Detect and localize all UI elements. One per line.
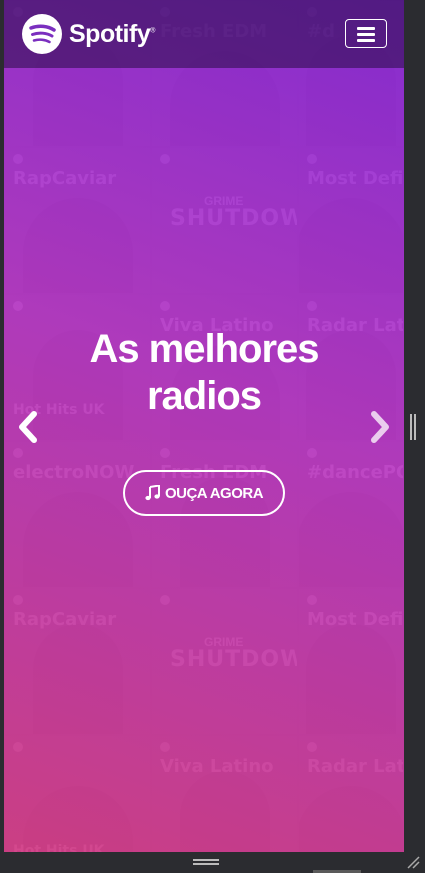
brand-link[interactable]: Spotify® <box>21 13 155 55</box>
spotify-logo-icon <box>22 14 62 54</box>
vertical-resize-handle[interactable] <box>410 414 416 440</box>
hero-title-line-1: As melhores <box>89 327 319 371</box>
horizontal-resize-handle[interactable] <box>193 859 219 865</box>
menu-toggle-button[interactable] <box>345 19 387 48</box>
hamburger-menu-icon <box>357 39 375 42</box>
gradient-overlay <box>4 0 404 852</box>
chevron-right-icon[interactable] <box>366 410 394 444</box>
navbar: Spotify® <box>4 0 404 68</box>
hero-title: As melhores radios <box>4 326 404 420</box>
listen-now-button[interactable]: OUÇA AGORA <box>123 470 285 516</box>
music-note-icon <box>145 485 160 501</box>
chevron-left-icon[interactable] <box>14 410 42 444</box>
hamburger-menu-icon <box>357 27 375 30</box>
page-viewport: Fresh EDM#dRapCaviarGRIMESHUTDOWNMost De… <box>4 0 404 852</box>
listen-now-label: OUÇA AGORA <box>164 484 264 502</box>
hero-title-line-2: radios <box>146 374 262 418</box>
hamburger-menu-icon <box>357 33 375 36</box>
corner-resize-grip-icon[interactable] <box>406 855 420 869</box>
brand-name: Spotify® <box>69 19 155 48</box>
